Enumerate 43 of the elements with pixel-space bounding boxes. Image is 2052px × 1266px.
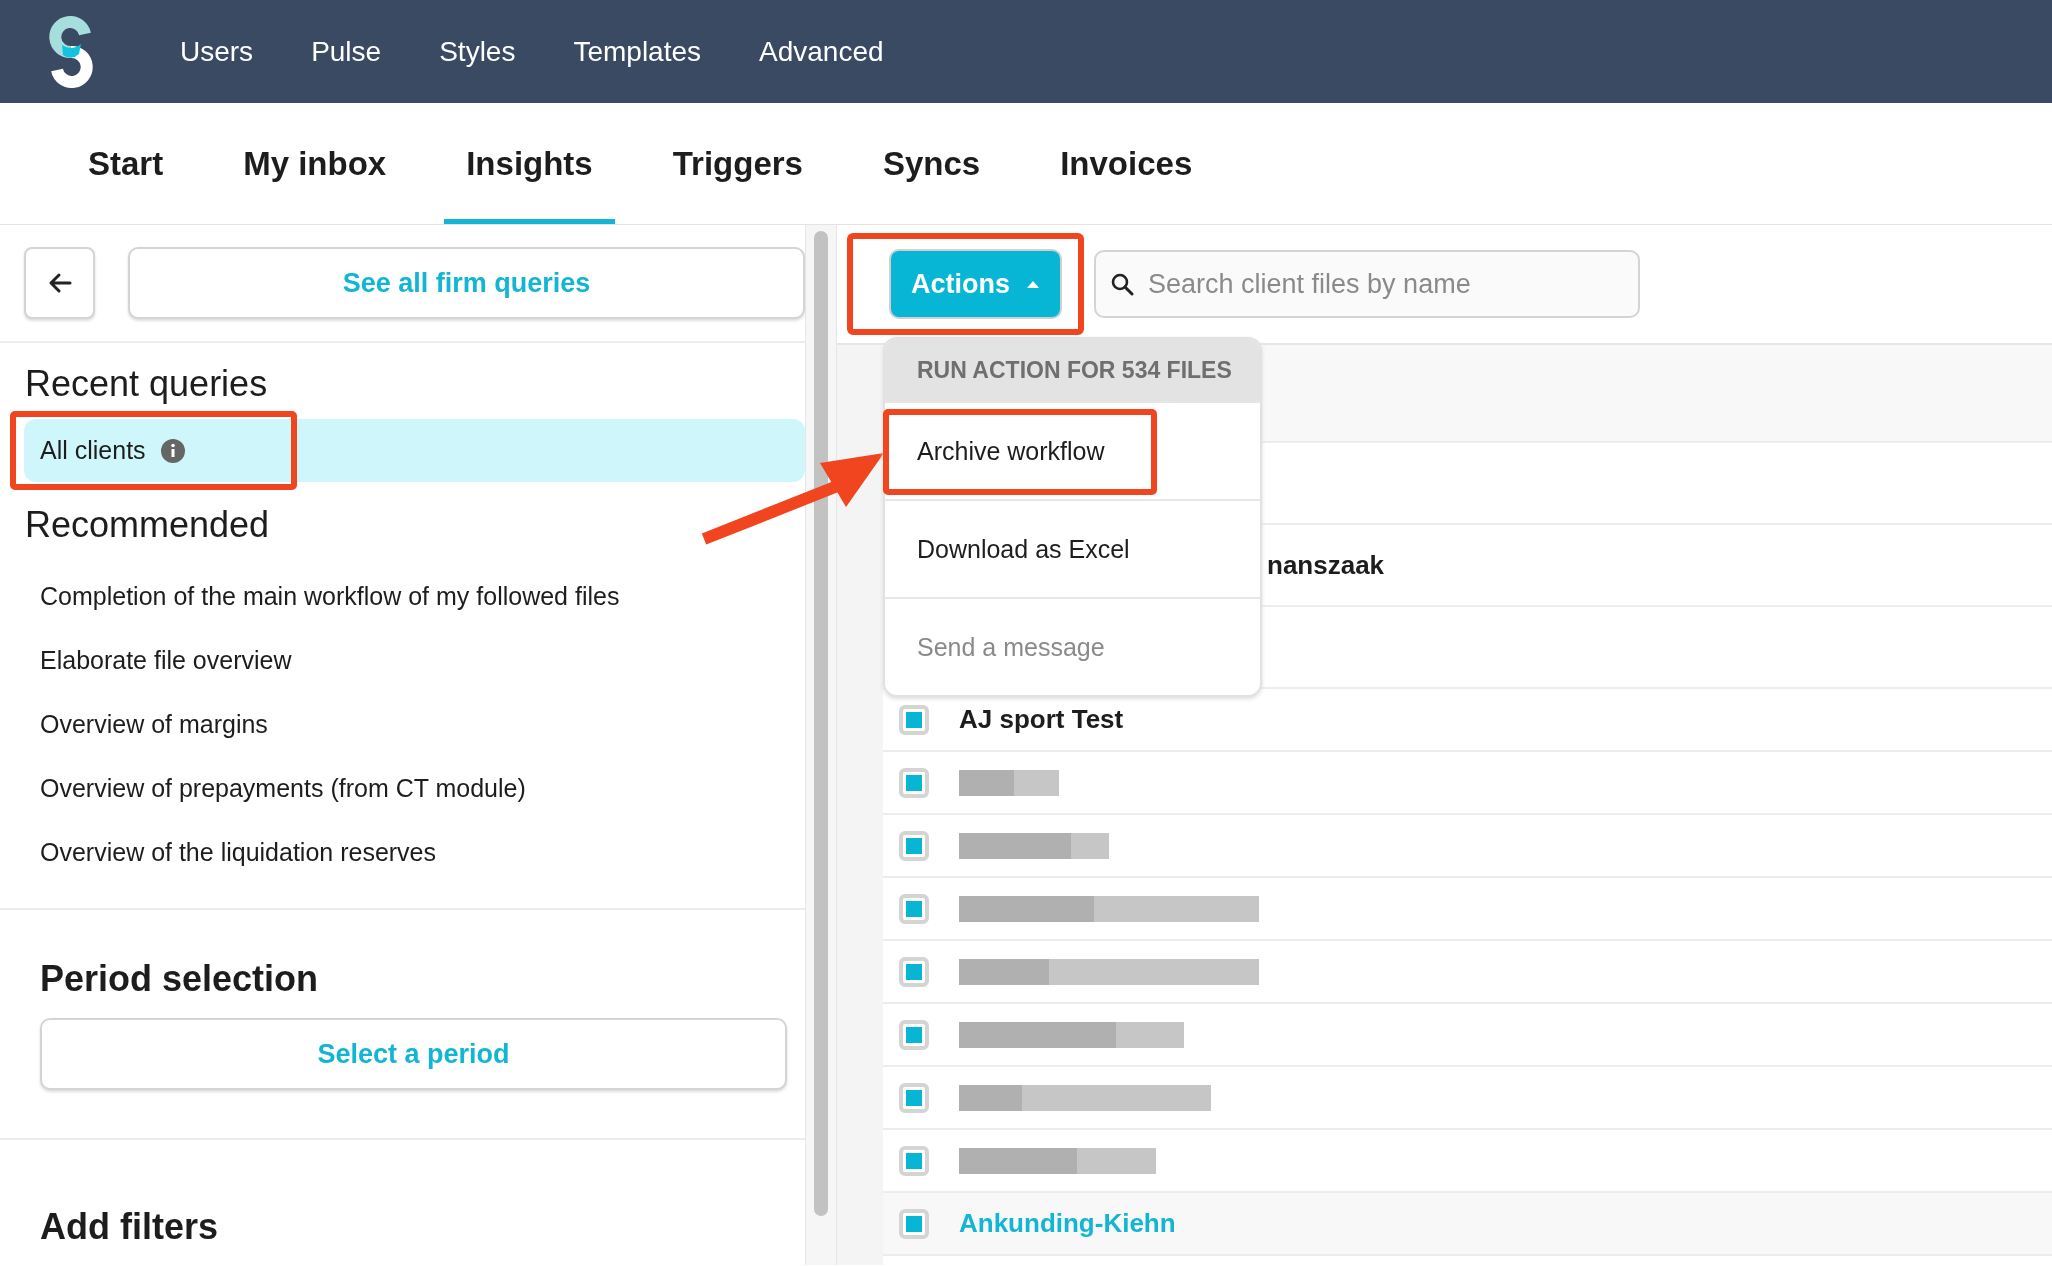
checkbox[interactable] [899, 956, 929, 987]
section-title: Recent queries [25, 363, 269, 405]
menu-header: RUN ACTION FOR 534 FILES [885, 339, 1260, 401]
back-button[interactable] [24, 247, 95, 319]
info-icon[interactable] [159, 437, 186, 464]
nav-link[interactable]: Templates [573, 35, 702, 68]
query-link[interactable]: Overview of the liquidation reserves [40, 820, 805, 884]
tab[interactable]: Invoices [1038, 103, 1215, 224]
checkbox[interactable] [899, 1082, 929, 1113]
caret-icon [1026, 279, 1040, 289]
nav-link[interactable]: Styles [439, 35, 516, 68]
tab[interactable]: Insights [444, 103, 615, 224]
checkbox[interactable] [899, 704, 929, 735]
query-link[interactable]: Overview of margins [40, 692, 805, 756]
checkbox[interactable] [899, 767, 929, 798]
section-title: Recommended [25, 504, 271, 546]
checkbox[interactable] [899, 830, 929, 861]
query-item[interactable]: All clients [24, 419, 805, 482]
nav-link[interactable]: Pulse [311, 35, 382, 68]
menu-item[interactable]: Download as Excel [885, 499, 1260, 597]
nav-link[interactable]: Advanced [759, 35, 884, 68]
file-name: nanszaak [1267, 549, 1385, 581]
file-name: AJ sport Test [959, 704, 1124, 735]
nav-link[interactable]: Users [180, 35, 254, 68]
checkbox[interactable] [899, 893, 929, 924]
query-label: All clients [40, 436, 146, 465]
section-title: Add filters [40, 1206, 219, 1248]
checkbox[interactable] [899, 1145, 929, 1176]
menu-item[interactable]: Archive workflow [885, 401, 1260, 499]
query-link[interactable]: Overview of prepayments (from CT module) [40, 756, 805, 820]
checkbox[interactable] [899, 1208, 929, 1239]
section-title: Period selection [40, 958, 320, 1000]
tab[interactable]: Triggers [650, 103, 825, 224]
search-icon [1110, 272, 1134, 296]
tab[interactable]: Start [66, 103, 186, 224]
checkbox[interactable] [899, 1019, 929, 1050]
back-arrow-icon [47, 272, 72, 294]
logo-icon[interactable] [48, 15, 94, 88]
tab[interactable]: My inbox [221, 103, 409, 224]
tab[interactable]: Syncs [860, 103, 1003, 224]
query-link[interactable]: Completion of the main workflow of my followed files [40, 564, 805, 628]
scrollbar[interactable] [805, 225, 837, 1265]
query-link[interactable]: Elaborate file overview [40, 628, 805, 692]
